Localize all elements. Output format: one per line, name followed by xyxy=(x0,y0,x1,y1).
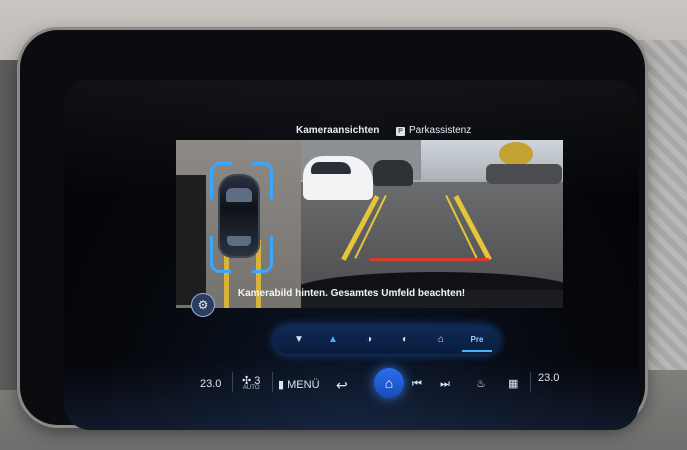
wheel-left-icon[interactable]: ◑ xyxy=(354,330,384,350)
guideline-stop xyxy=(369,258,489,261)
car-front-icon[interactable]: ▼ xyxy=(284,330,314,350)
display-bezel: Kameraansichten P Parkassistenz ⚙ Kamera… xyxy=(20,30,645,430)
fan-control[interactable]: ✣ 3 AUTO xyxy=(242,374,260,391)
rear-scene-tree xyxy=(499,142,533,166)
previous-track-icon[interactable]: ⏮ xyxy=(412,378,422,391)
climate-nav-bar: 23.0 ✣ 3 AUTO ▮ MENÜ ↩ ⌂ ⏮ ⏭ ♨ ▦ 23.0 xyxy=(64,360,639,430)
wheel-right-icon[interactable]: ◐ xyxy=(390,330,420,350)
temp-left[interactable]: 23.0 xyxy=(200,378,221,390)
menu-button[interactable]: ▮ MENÜ xyxy=(278,378,320,391)
sensor-bracket-rear-left xyxy=(210,236,231,273)
divider xyxy=(232,372,233,392)
tab-parking-assist-label: Parkassistenz xyxy=(409,125,472,136)
pre-view-button[interactable]: Pre xyxy=(462,330,492,352)
fan-mode: AUTO xyxy=(242,385,260,391)
camera-view-selector: ▼ ▲ ◑ ◐ ⌂ Pre xyxy=(274,326,499,354)
camera-warning-text: Kamerabild hinten. Gesamtes Umfeld beach… xyxy=(237,288,466,299)
sensor-bracket-front-right xyxy=(252,162,273,199)
defrost-front-icon[interactable]: ♨ xyxy=(476,377,486,390)
camera-area xyxy=(176,140,563,308)
rear-scene-dark-car xyxy=(373,160,413,186)
car-side-icon[interactable]: ⌂ xyxy=(426,330,456,350)
rear-scene-parked-cars xyxy=(486,164,562,184)
back-icon[interactable]: ↩ xyxy=(336,377,348,394)
menu-label: MENÜ xyxy=(287,379,320,391)
rear-camera-view xyxy=(301,140,563,290)
white-car-window xyxy=(311,162,351,174)
top-view-camera[interactable] xyxy=(176,140,301,308)
infotainment-screen: Kameraansichten P Parkassistenz ⚙ Kamera… xyxy=(64,80,639,430)
top-view-shadow xyxy=(176,175,206,305)
sensor-bracket-front-left xyxy=(210,162,231,199)
home-button[interactable]: ⌂ xyxy=(374,368,404,398)
parking-icon: P xyxy=(396,127,405,136)
temp-right[interactable]: 23.0 xyxy=(538,372,559,384)
home-icon: ⌂ xyxy=(384,375,394,391)
sensor-bracket-rear-right xyxy=(252,236,273,273)
rear-scene-white-car xyxy=(303,156,373,200)
divider xyxy=(530,372,531,392)
next-track-icon[interactable]: ⏭ xyxy=(440,378,450,391)
divider xyxy=(272,372,273,392)
defrost-rear-icon[interactable]: ▦ xyxy=(508,377,518,390)
seat-heat-icon: ▮ xyxy=(278,379,285,391)
car-rear-icon[interactable]: ▲ xyxy=(318,330,348,350)
